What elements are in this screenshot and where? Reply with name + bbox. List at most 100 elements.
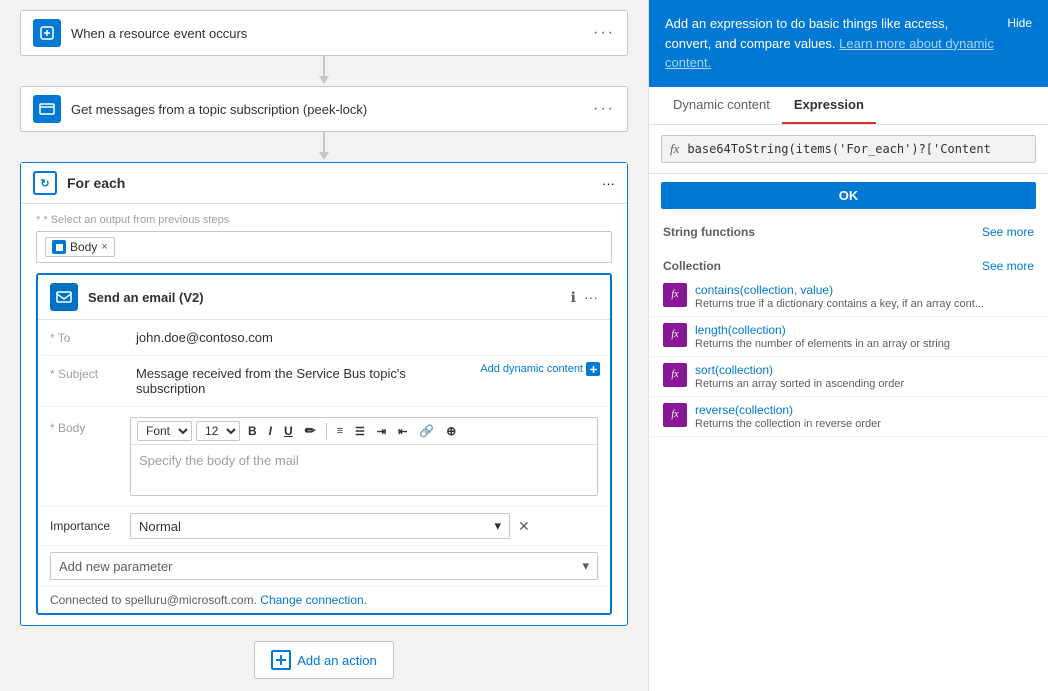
output-input-box[interactable]: Body ×: [36, 231, 612, 263]
add-param-label: Add new parameter: [59, 559, 172, 574]
right-panel: Add an expression to do basic things lik…: [648, 0, 1048, 691]
body-tag-label: Body: [70, 240, 97, 254]
ul-btn[interactable]: ☰: [351, 423, 369, 440]
func-name-contains[interactable]: contains(collection, value): [695, 283, 1034, 297]
subject-label: * Subject: [50, 362, 130, 381]
step1-more[interactable]: ···: [593, 24, 615, 42]
importance-select[interactable]: Normal ▾: [130, 513, 510, 539]
step2-block: Get messages from a topic subscription (…: [20, 86, 628, 132]
ol-btn[interactable]: ≡: [333, 423, 347, 439]
to-value[interactable]: john.doe@contoso.com: [130, 326, 598, 349]
func-fx-icon-reverse: fx: [663, 403, 687, 427]
hide-btn[interactable]: Hide: [1007, 14, 1032, 32]
subject-row: * Subject Message received from the Serv…: [38, 356, 610, 407]
importance-label: Importance: [50, 519, 130, 533]
add-param-select[interactable]: Add new parameter ▾: [50, 552, 598, 580]
highlight-btn[interactable]: ✏: [301, 421, 320, 441]
func-fx-icon-contains: fx: [663, 283, 687, 307]
arrow2: [20, 132, 628, 162]
outdent-btn[interactable]: ⇤: [394, 423, 411, 440]
size-select[interactable]: 12: [196, 421, 240, 441]
email-body: * To john.doe@contoso.com * Subject Mess…: [38, 320, 610, 613]
arrow1: [20, 56, 628, 86]
font-select[interactable]: Font: [137, 421, 192, 441]
body-content-area[interactable]: Specify the body of the mail: [131, 445, 597, 495]
bold-btn[interactable]: B: [244, 422, 261, 440]
func-details-sort: sort(collection) Returns an array sorted…: [695, 363, 1034, 390]
add-action-btn[interactable]: Add an action: [254, 641, 394, 679]
func-desc-length: Returns the number of elements in an arr…: [695, 338, 995, 350]
link-btn[interactable]: 🔗: [415, 422, 438, 440]
body-editor-wrapper: Font 12 B I U ✏: [130, 413, 598, 500]
email-icon: [50, 283, 78, 311]
tab-expression[interactable]: Expression: [782, 87, 876, 124]
func-desc-reverse: Returns the collection in reverse order: [695, 418, 995, 430]
body-label: * Body: [50, 413, 130, 435]
body-row: * Body Font 12 B: [38, 407, 610, 507]
formula-btn[interactable]: ⊕: [442, 422, 460, 440]
foreach-container: ↻ For each ··· * * Select an output from…: [20, 162, 628, 626]
step2-title: Get messages from a topic subscription (…: [71, 102, 593, 117]
importance-value: Normal: [139, 519, 181, 534]
step2-more[interactable]: ···: [593, 100, 615, 118]
string-functions-title: String functions: [663, 225, 755, 239]
expression-input[interactable]: base64ToString(items('For_each')?['Conte…: [687, 142, 1027, 156]
to-label: * To: [50, 326, 130, 345]
indent-btn[interactable]: ⇥: [373, 423, 390, 440]
add-action-label: Add an action: [297, 653, 377, 668]
func-name-reverse[interactable]: reverse(collection): [695, 403, 1034, 417]
expression-input-area: fx base64ToString(items('For_each')?['Co…: [649, 125, 1048, 174]
email-header: Send an email (V2) ℹ ···: [38, 275, 610, 320]
step1-block: When a resource event occurs ···: [20, 10, 628, 56]
func-name-length[interactable]: length(collection): [695, 323, 1034, 337]
step1-icon: [33, 19, 61, 47]
body-tag-icon: [52, 240, 66, 254]
ok-button[interactable]: OK: [661, 182, 1036, 209]
body-placeholder: Specify the body of the mail: [139, 453, 299, 468]
add-dynamic-icon: [586, 362, 600, 376]
func-length[interactable]: fx length(collection) Returns the number…: [649, 317, 1048, 357]
string-see-more[interactable]: See more: [982, 225, 1034, 239]
add-dynamic-link[interactable]: Add dynamic content: [480, 362, 600, 376]
foreach-title: For each: [67, 175, 602, 191]
italic-btn[interactable]: I: [265, 422, 276, 440]
body-tag-close[interactable]: ×: [101, 241, 107, 253]
add-action-icon: [271, 650, 291, 670]
importance-close-btn[interactable]: ✕: [518, 518, 530, 535]
body-editor: Font 12 B I U ✏: [130, 417, 598, 496]
change-connection-link[interactable]: Change connection.: [260, 593, 367, 607]
add-action-container: Add an action: [20, 641, 628, 679]
collection-title: Collection: [663, 259, 721, 273]
email-header-icons: ℹ ···: [571, 289, 598, 306]
email-info-icon[interactable]: ℹ: [571, 289, 576, 306]
email-block: Send an email (V2) ℹ ··· * To john.doe@c…: [36, 273, 612, 615]
collection-header: Collection See more: [649, 251, 1048, 277]
func-reverse[interactable]: fx reverse(collection) Returns the colle…: [649, 397, 1048, 437]
tab-dynamic[interactable]: Dynamic content: [661, 87, 782, 124]
underline-btn[interactable]: U: [280, 422, 297, 440]
functions-list: String functions See more Collection See…: [649, 217, 1048, 691]
email-more-icon[interactable]: ···: [584, 289, 598, 305]
func-fx-icon-length: fx: [663, 323, 687, 347]
fx-badge: fx: [670, 141, 679, 157]
select-output-label: * * Select an output from previous steps: [36, 214, 612, 226]
func-sort[interactable]: fx sort(collection) Returns an array sor…: [649, 357, 1048, 397]
right-info-box: Add an expression to do basic things lik…: [649, 0, 1048, 87]
to-row: * To john.doe@contoso.com: [38, 320, 610, 356]
func-contains[interactable]: fx contains(collection, value) Returns t…: [649, 277, 1048, 317]
toolbar-divider1: [326, 423, 327, 439]
right-info-text: Add an expression to do basic things lik…: [665, 14, 997, 73]
expression-input-row: fx base64ToString(items('For_each')?['Co…: [661, 135, 1036, 163]
foreach-header: ↻ For each ···: [21, 163, 627, 204]
func-name-sort[interactable]: sort(collection): [695, 363, 1034, 377]
right-tabs: Dynamic content Expression: [649, 87, 1048, 125]
step2-icon: [33, 95, 61, 123]
add-param-chevron: ▾: [582, 558, 589, 574]
collection-see-more[interactable]: See more: [982, 259, 1034, 273]
func-fx-icon-sort: fx: [663, 363, 687, 387]
body-tag[interactable]: Body ×: [45, 237, 115, 257]
importance-chevron: ▾: [494, 518, 501, 534]
func-desc-contains: Returns true if a dictionary contains a …: [695, 298, 995, 310]
func-details-length: length(collection) Returns the number of…: [695, 323, 1034, 350]
foreach-more[interactable]: ···: [602, 176, 615, 191]
